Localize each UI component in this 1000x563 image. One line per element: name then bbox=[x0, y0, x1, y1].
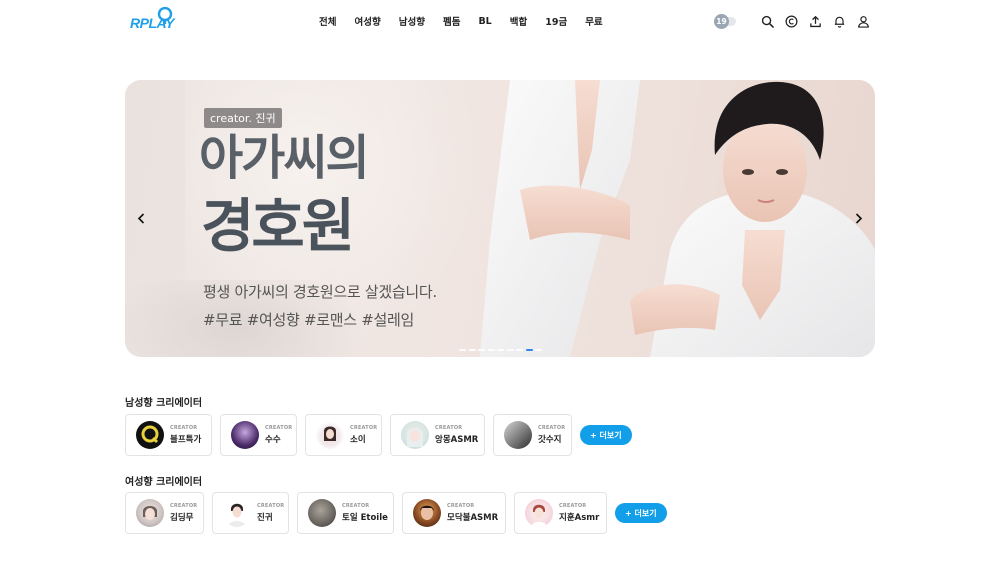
chevron-left-icon bbox=[137, 212, 144, 224]
carousel-dot[interactable] bbox=[478, 349, 485, 351]
card-name: 지훈Asmr bbox=[559, 513, 600, 523]
card-text: CREATOR 앙몽ASMR bbox=[435, 425, 478, 445]
card-name: 블프특가 bbox=[170, 435, 202, 445]
card-name: 토일 Etoile bbox=[342, 513, 388, 523]
card-name: 갓수지 bbox=[538, 435, 562, 445]
female-creators-list: CREATOR 김딩무 CREATOR 진귀 CREATOR 토일 Etoile… bbox=[125, 492, 667, 534]
card-kicker: CREATOR bbox=[350, 425, 378, 431]
avatar bbox=[136, 499, 164, 527]
card-kicker: CREATOR bbox=[538, 425, 566, 431]
nav-item-gl[interactable]: 백합 bbox=[510, 14, 527, 28]
creator-badge: creator. 진귀 bbox=[204, 108, 282, 128]
logo-pin-icon bbox=[157, 7, 173, 24]
card-name: 김딩무 bbox=[170, 513, 194, 523]
avatar bbox=[316, 421, 344, 449]
card-name: 소이 bbox=[350, 435, 366, 445]
card-text: CREATOR 소이 bbox=[350, 425, 377, 445]
carousel-dot[interactable] bbox=[535, 349, 542, 351]
avatar bbox=[223, 499, 251, 527]
male-creators-list: CREATOR 블프특가 CREATOR 수수 CREATOR 소이 CREAT… bbox=[125, 414, 632, 456]
female-creators-more-button[interactable]: + 더보기 bbox=[615, 503, 667, 523]
creator-card[interactable]: CREATOR 모닥불ASMR bbox=[402, 492, 506, 534]
search-icon[interactable] bbox=[760, 14, 774, 28]
creator-card[interactable]: CREATOR 지훈Asmr bbox=[514, 492, 607, 534]
card-name: 진귀 bbox=[257, 513, 273, 523]
nav-item-all[interactable]: 전체 bbox=[319, 14, 336, 28]
card-name: 모닥불ASMR bbox=[447, 513, 499, 523]
toolbar: 19 bbox=[714, 0, 870, 42]
nav-item-free[interactable]: 무료 bbox=[585, 14, 602, 28]
adult-content-toggle[interactable]: 19 bbox=[714, 14, 736, 29]
creator-card[interactable]: CREATOR 진귀 bbox=[212, 492, 289, 534]
card-text: CREATOR 토일 Etoile bbox=[342, 503, 388, 523]
card-kicker: CREATOR bbox=[170, 425, 198, 431]
card-kicker: CREATOR bbox=[342, 503, 370, 509]
avatar bbox=[525, 499, 553, 527]
nav-item-femdom[interactable]: 펨돔 bbox=[443, 14, 460, 28]
carousel-dot[interactable] bbox=[525, 349, 533, 351]
creator-card[interactable]: CREATOR 김딩무 bbox=[125, 492, 204, 534]
banner-title-line2: 경호원 bbox=[201, 192, 355, 260]
card-text: CREATOR 김딩무 bbox=[170, 503, 197, 523]
male-creators-more-button[interactable]: + 더보기 bbox=[580, 425, 632, 445]
female-creators-title: 여성향 크리에이터 bbox=[125, 477, 203, 488]
carousel-dot[interactable] bbox=[487, 349, 495, 351]
avatar bbox=[401, 421, 429, 449]
toggle-knob: 19 bbox=[714, 14, 729, 29]
carousel-prev-button[interactable] bbox=[134, 210, 148, 226]
creator-card[interactable]: CREATOR 블프특가 bbox=[125, 414, 212, 456]
hero-banner[interactable]: creator. 진귀 아가씨의 경호원 평생 아가씨의 경호원으로 살겠습니다… bbox=[125, 80, 875, 357]
card-kicker: CREATOR bbox=[265, 425, 293, 431]
carousel-dot[interactable] bbox=[468, 349, 476, 351]
banner-subtitle: 평생 아가씨의 경호원으로 살겠습니다. bbox=[203, 283, 437, 301]
nav-item-male[interactable]: 남성향 bbox=[399, 14, 425, 28]
card-text: CREATOR 수수 bbox=[265, 425, 292, 445]
creator-card[interactable]: CREATOR 토일 Etoile bbox=[297, 492, 394, 534]
main-nav: 전체 여성향 남성향 펨돔 BL 백합 19금 무료 bbox=[310, 0, 612, 42]
avatar bbox=[504, 421, 532, 449]
creator-card[interactable]: CREATOR 앙몽ASMR bbox=[390, 414, 485, 456]
upload-icon[interactable] bbox=[808, 14, 822, 28]
avatar bbox=[136, 421, 164, 449]
carousel-indicator bbox=[459, 349, 545, 351]
header: RPLAY 전체 여성향 남성향 펨돔 BL 백합 19금 무료 19 bbox=[0, 0, 1000, 42]
coin-icon[interactable] bbox=[784, 14, 798, 28]
card-text: CREATOR 진귀 bbox=[257, 503, 284, 523]
card-text: CREATOR 블프특가 bbox=[170, 425, 201, 445]
avatar bbox=[413, 499, 441, 527]
card-text: CREATOR 모닥불ASMR bbox=[447, 503, 498, 523]
bell-icon[interactable] bbox=[832, 14, 846, 28]
card-text: CREATOR 갓수지 bbox=[538, 425, 565, 445]
nav-item-bl[interactable]: BL bbox=[478, 16, 491, 27]
carousel-next-button[interactable] bbox=[851, 210, 865, 226]
card-text: CREATOR 지훈Asmr bbox=[559, 503, 599, 523]
creator-card[interactable]: CREATOR 소이 bbox=[305, 414, 382, 456]
banner-title-line1: 아가씨의 bbox=[199, 130, 370, 186]
card-kicker: CREATOR bbox=[170, 503, 198, 509]
card-kicker: CREATOR bbox=[447, 503, 475, 509]
card-name: 수수 bbox=[265, 435, 281, 445]
creator-card[interactable]: CREATOR 갓수지 bbox=[493, 414, 572, 456]
avatar bbox=[308, 499, 336, 527]
carousel-dot[interactable] bbox=[506, 349, 514, 351]
card-kicker: CREATOR bbox=[435, 425, 463, 431]
banner-character-illustration bbox=[480, 80, 875, 357]
chevron-right-icon bbox=[855, 212, 862, 224]
rplay-logo[interactable]: RPLAY bbox=[130, 7, 176, 34]
card-kicker: CREATOR bbox=[559, 503, 587, 509]
banner-tags: #무료 #여성향 #로맨스 #설레임 bbox=[203, 311, 414, 329]
carousel-dot[interactable] bbox=[516, 349, 523, 351]
nav-item-female[interactable]: 여성향 bbox=[354, 14, 380, 28]
creator-card[interactable]: CREATOR 수수 bbox=[220, 414, 297, 456]
carousel-dot[interactable] bbox=[497, 349, 504, 351]
carousel-dot[interactable] bbox=[459, 349, 466, 351]
nav-item-adult[interactable]: 19금 bbox=[545, 14, 567, 28]
avatar bbox=[231, 421, 259, 449]
card-name: 앙몽ASMR bbox=[435, 435, 479, 445]
user-icon[interactable] bbox=[856, 14, 870, 28]
card-kicker: CREATOR bbox=[257, 503, 285, 509]
male-creators-title: 남성향 크리에이터 bbox=[125, 398, 203, 409]
